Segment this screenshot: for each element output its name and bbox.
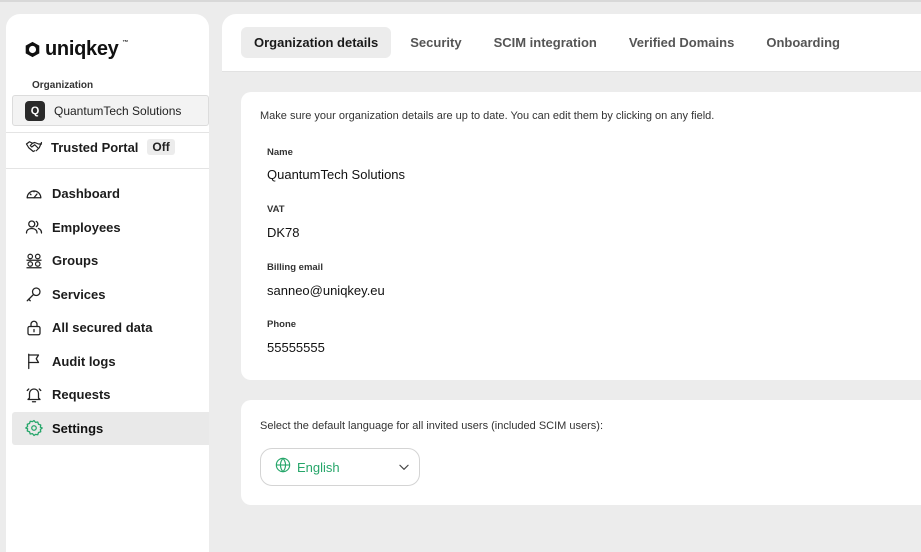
billing-email-field-value[interactable]: sanneo@uniqkey.eu xyxy=(267,283,385,298)
organization-switcher[interactable]: Q QuantumTech Solutions xyxy=(12,95,209,126)
sidebar-item-label: Audit logs xyxy=(52,353,116,369)
sidebar-item-label: Groups xyxy=(52,253,99,269)
trusted-portal-toggle[interactable]: Trusted Portal Off xyxy=(24,137,175,157)
tab-scim-integration[interactable]: SCIM integration xyxy=(481,27,610,58)
organization-name: QuantumTech Solutions xyxy=(54,103,182,118)
gauge-icon xyxy=(24,184,44,204)
sidebar-item-label: All secured data xyxy=(52,320,153,336)
lock-icon xyxy=(24,318,44,338)
vat-field-label: VAT xyxy=(267,204,285,215)
sidebar-item-label: Dashboard xyxy=(52,186,120,202)
sidebar-item-dashboard[interactable]: Dashboard xyxy=(12,177,209,211)
sidebar-divider xyxy=(6,132,209,133)
sidebar-item-all-secured-data[interactable]: All secured data xyxy=(12,311,209,345)
sidebar-item-groups[interactable]: Groups xyxy=(12,244,209,278)
settings-tabs: Organization details Security SCIM integ… xyxy=(241,27,859,58)
globe-icon xyxy=(275,456,291,478)
sidebar-item-employees[interactable]: Employees xyxy=(12,211,209,245)
tab-security[interactable]: Security xyxy=(397,27,474,58)
sidebar-item-settings[interactable]: Settings xyxy=(12,411,209,445)
handshake-icon xyxy=(24,137,44,157)
language-intro-text: Select the default language for all invi… xyxy=(260,420,604,432)
phone-field-value[interactable]: 55555555 xyxy=(267,340,325,355)
language-select-value: English xyxy=(297,459,340,475)
sidebar-item-label: Requests xyxy=(52,387,111,403)
brand-logo[interactable]: uniqkey ™ xyxy=(24,38,128,61)
sidebar: uniqkey ™ Organization Q QuantumTech Sol… xyxy=(6,14,209,552)
sidebar-item-label: Settings xyxy=(52,420,104,436)
sidebar-item-label: Employees xyxy=(52,219,121,235)
gear-icon xyxy=(24,418,44,438)
key-icon xyxy=(24,284,44,304)
phone-field-label: Phone xyxy=(267,319,297,330)
sidebar-item-label: Services xyxy=(52,286,106,302)
sidebar-nav: Dashboard Employees Groups Services All … xyxy=(12,177,209,445)
tab-verified-domains[interactable]: Verified Domains xyxy=(616,27,747,58)
details-intro-text: Make sure your organization details are … xyxy=(260,110,715,122)
uniqkey-logo-icon xyxy=(25,41,40,58)
logo-trademark: ™ xyxy=(122,40,129,46)
flag-icon xyxy=(24,351,44,371)
organization-avatar: Q xyxy=(25,100,45,121)
sidebar-item-requests[interactable]: Requests xyxy=(12,378,209,412)
organization-details-card: Make sure your organization details are … xyxy=(241,92,921,380)
default-language-card: Select the default language for all invi… xyxy=(241,400,921,505)
name-field-label: Name xyxy=(267,147,293,158)
tab-organization-details[interactable]: Organization details xyxy=(241,27,392,58)
trusted-portal-label: Trusted Portal xyxy=(51,139,139,155)
users-icon xyxy=(24,217,44,237)
vat-field-value[interactable]: DK78 xyxy=(267,225,300,240)
name-field-value[interactable]: QuantumTech Solutions xyxy=(267,167,405,182)
language-select[interactable]: English xyxy=(260,448,420,486)
chevron-down-icon xyxy=(397,460,411,479)
groups-icon xyxy=(24,251,44,271)
window-top-border xyxy=(0,0,921,2)
sidebar-item-services[interactable]: Services xyxy=(12,278,209,312)
sidebar-divider xyxy=(6,168,209,169)
logo-text: uniqkey xyxy=(45,38,119,60)
billing-email-field-label: Billing email xyxy=(267,262,323,273)
trusted-portal-status-badge: Off xyxy=(147,139,175,155)
bell-icon xyxy=(24,385,44,405)
main-panel: Organization details Security SCIM integ… xyxy=(222,14,921,552)
sidebar-item-audit-logs[interactable]: Audit logs xyxy=(12,345,209,379)
organization-label: Organization xyxy=(32,80,94,91)
tab-onboarding[interactable]: Onboarding xyxy=(753,27,853,58)
